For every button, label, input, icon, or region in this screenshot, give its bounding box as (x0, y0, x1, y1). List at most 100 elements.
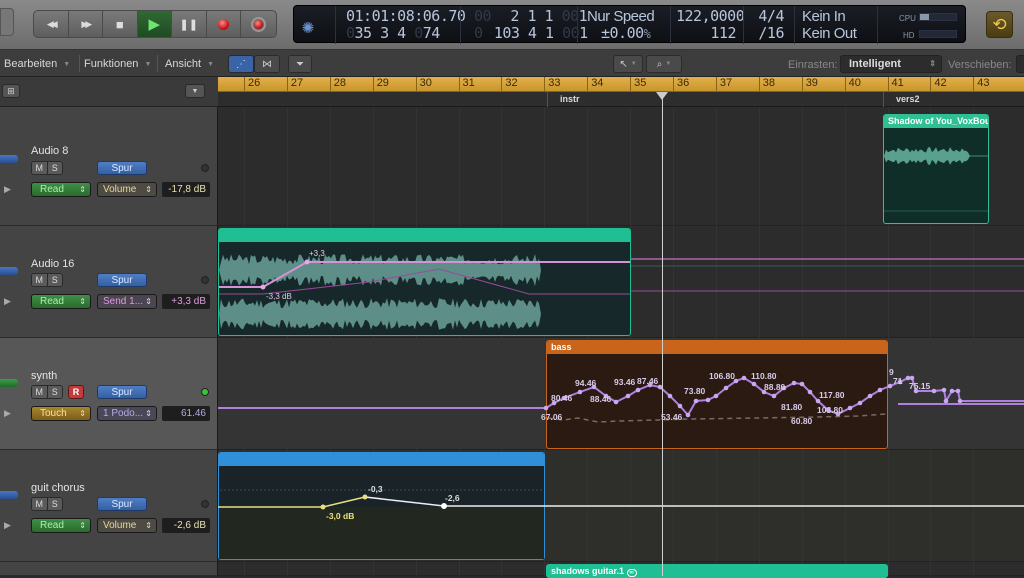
record-button[interactable] (207, 11, 241, 37)
track-name[interactable]: guit chorus (31, 482, 85, 494)
automation-mode-select[interactable]: Touch ⇕ (31, 406, 91, 421)
forward-icon: ▶▶ (81, 18, 92, 29)
menu-view[interactable]: Ansicht ▼ (161, 55, 218, 73)
track-status-led[interactable] (201, 276, 209, 284)
mute-solo-group: MS (31, 273, 63, 287)
forward-button[interactable]: ▶▶ (69, 11, 103, 37)
marker-lane[interactable]: instr vers2 (218, 92, 1024, 107)
solo-button[interactable]: S (47, 162, 62, 174)
track-header-next[interactable] (0, 562, 218, 576)
region-shadow-of-you[interactable]: Shadow of You_VoxBou (883, 114, 989, 224)
record-icon (217, 18, 229, 30)
automation-value-label: 81.80 (781, 402, 803, 412)
bar-number: 34 (587, 77, 603, 91)
track-status-led[interactable] (201, 388, 209, 396)
track-header-synth[interactable]: synth MS R Spur ▶ Touch ⇕ 1 Podo... ⇕ 61.4… (0, 338, 218, 450)
drag-select[interactable] (1016, 55, 1024, 73)
global-tracks-button[interactable]: ▼ (185, 84, 205, 98)
menu-functions[interactable]: Funktionen ▼ (80, 55, 155, 73)
disclosure-triangle-icon[interactable]: ▶ (4, 408, 11, 419)
menu-edit[interactable]: Bearbeiten ▼ (0, 55, 74, 73)
marker-vers2[interactable]: vers2 (883, 92, 983, 107)
region-header (219, 229, 630, 242)
rewind-button[interactable]: ◀◀ (34, 11, 69, 37)
cpu-meter (919, 13, 957, 21)
solo-button[interactable]: S (47, 274, 62, 286)
play-button[interactable]: ▶ (137, 11, 172, 37)
flex-toggle-button[interactable]: ⋈ (254, 55, 280, 73)
automation-toggle-button[interactable]: ⋰ (228, 55, 254, 73)
track-name[interactable]: Audio 16 (31, 258, 74, 270)
parameter-label: Volume (103, 520, 137, 531)
lower-area (219, 507, 544, 559)
automation-parameter-select[interactable]: Send 1... ⇕ (97, 294, 157, 309)
mute-button[interactable]: M (32, 498, 48, 510)
automation-mode-select[interactable]: Read ⇕ (31, 518, 91, 533)
track-status-led[interactable] (201, 500, 209, 508)
division[interactable]: /16 (749, 24, 784, 43)
zoom-tool-menu[interactable]: ⌕ ▼ (646, 55, 682, 73)
track-header-audio-8[interactable]: Audio 8 MS Spur ▶ Read ⇕ Volume ⇕ -17,8 dB (0, 107, 218, 226)
automation-value[interactable]: -2,6 dB (162, 518, 210, 533)
cycle-button[interactable]: ⟲ (986, 11, 1013, 38)
automation-point (667, 393, 673, 399)
guit-automation: -3,0 dB -0,3 -2,6 (218, 484, 1024, 559)
tempo-secondary: 112 (710, 24, 736, 42)
automation-value[interactable]: +3,3 dB (162, 294, 210, 309)
pause-button[interactable]: ❚❚ (172, 11, 207, 37)
bar-ruler[interactable]: 26 27 28 29 30 31 32 33 34 35 36 37 38 39 40 41 42 43 (218, 77, 1024, 92)
solo-button[interactable]: S (47, 386, 62, 398)
track-automation-button[interactable]: Spur (97, 497, 147, 511)
bar-number: 31 (458, 77, 475, 91)
track-automation-button[interactable]: Spur (97, 385, 147, 399)
waveform-bottom (219, 298, 630, 330)
bar-number: 35 (630, 77, 646, 91)
gear-icon[interactable]: ✺ (302, 14, 314, 38)
automation-parameter-select[interactable]: Volume ⇕ (97, 182, 157, 197)
varispeed-value[interactable]: ±0.00% (601, 24, 651, 44)
record-enable-button[interactable]: R (68, 385, 84, 399)
rewind-icon: ◀◀ (46, 18, 58, 29)
playhead[interactable] (662, 92, 663, 576)
updown-icon: ⇕ (79, 409, 86, 418)
automation-point (713, 393, 719, 399)
automation-mode-select[interactable]: Read ⇕ (31, 182, 91, 197)
mute-button[interactable]: M (32, 386, 48, 398)
automation-value[interactable]: -17,8 dB (162, 182, 210, 197)
automation-mode-select[interactable]: Read ⇕ (31, 294, 91, 309)
automation-value-label: 93.46 (614, 377, 636, 387)
automation-parameter-select[interactable]: Volume ⇕ (97, 518, 157, 533)
disclosure-triangle-icon[interactable]: ▶ (4, 184, 11, 195)
solo-button[interactable]: S (47, 498, 62, 510)
track-status-led[interactable] (201, 164, 209, 172)
dropdown-icon: ▼ (191, 87, 199, 95)
track-header-audio-16[interactable]: Audio 16 MS Spur ▶ Read ⇕ Send 1... ⇕ +3,3… (0, 226, 218, 338)
lcd-display[interactable]: ✺ 01:01:08:06.70 035 3 4 074 00 2 1 1 001… (293, 5, 966, 44)
marker-instr[interactable]: instr (547, 92, 647, 107)
capture-record-button[interactable] (241, 11, 276, 37)
automation-value-label: 94.46 (575, 378, 597, 388)
track-header-guit-chorus[interactable]: guit chorus MS Spur ▶ Read ⇕ Volume ⇕ -2,6… (0, 450, 218, 562)
waveform (884, 147, 988, 212)
catch-filter-button[interactable]: ⏷ (288, 55, 312, 73)
region-audio-16[interactable]: +3,3 -3,3 dB (218, 228, 631, 336)
right-locator[interactable]: 0 103 4 1 001 (474, 24, 588, 43)
library-button[interactable] (0, 8, 14, 36)
mute-button[interactable]: M (32, 162, 48, 174)
automation-value[interactable]: 61.46 (162, 406, 210, 421)
pointer-tool-menu[interactable]: ↖ ▼ (613, 55, 643, 73)
track-automation-button[interactable]: Spur (97, 161, 147, 175)
updown-icon: ⇕ (145, 521, 152, 530)
updown-icon: ⇕ (79, 521, 86, 530)
disclosure-triangle-icon[interactable]: ▶ (4, 296, 11, 307)
disclosure-triangle-icon[interactable]: ▶ (4, 520, 11, 531)
stop-button[interactable]: ■ (103, 11, 138, 37)
add-track-button[interactable]: ⊞ (2, 84, 20, 98)
track-name[interactable]: Audio 8 (31, 145, 68, 157)
track-automation-button[interactable]: Spur (97, 273, 147, 287)
mute-button[interactable]: M (32, 274, 48, 286)
automation-parameter-select[interactable]: 1 Podo... ⇕ (97, 406, 157, 421)
track-name[interactable]: synth (31, 370, 57, 382)
cpu-label: CPU (899, 14, 916, 23)
snap-select[interactable]: Intelligent ⇕ (840, 55, 942, 73)
